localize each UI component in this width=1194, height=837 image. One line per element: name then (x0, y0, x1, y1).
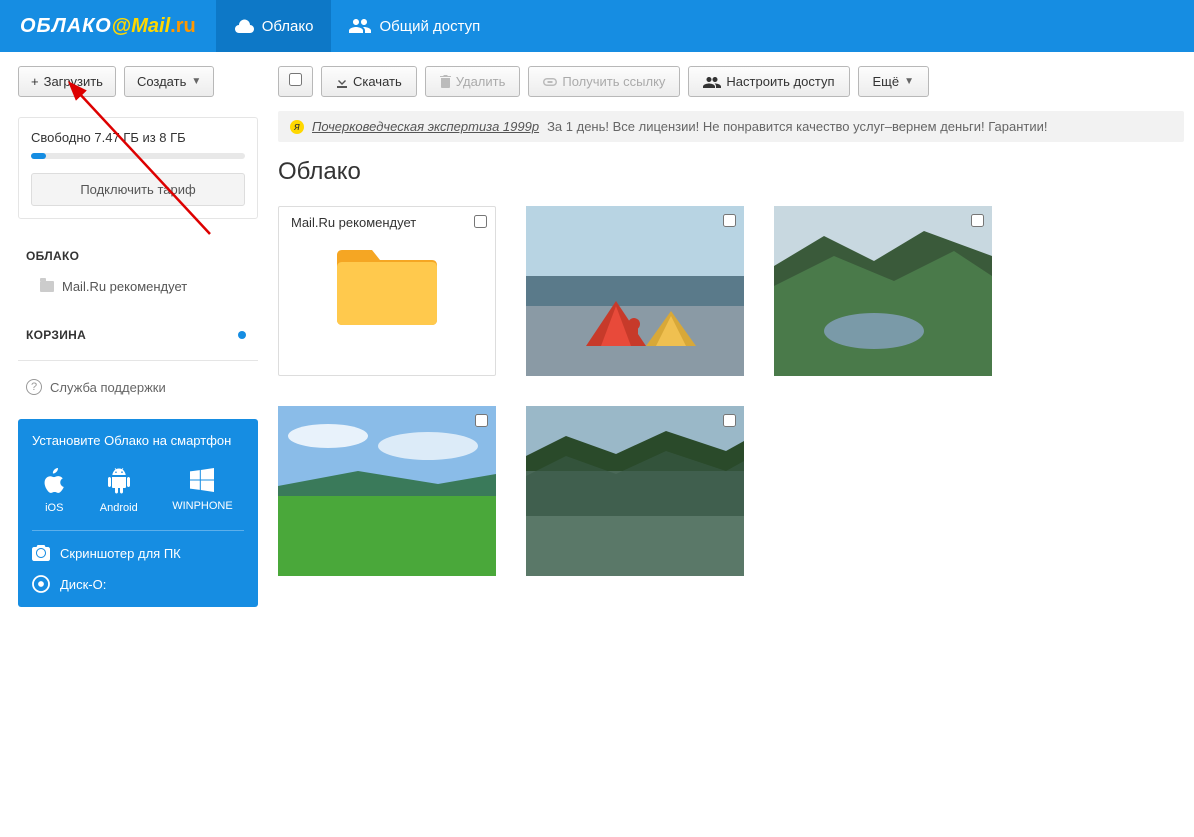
content: Скачать Удалить Получить ссылку Настроит… (258, 52, 1194, 617)
tile-checkbox[interactable] (971, 214, 984, 227)
image-thumbnail (526, 406, 744, 576)
image-thumbnail (774, 206, 992, 376)
tile-checkbox[interactable] (475, 414, 488, 427)
support-link[interactable]: ? Служба поддержки (18, 365, 258, 409)
tab-cloud[interactable]: Облако (216, 0, 332, 52)
folder-tile[interactable]: Mail.Ru рекомендует (278, 206, 496, 376)
platform-android[interactable]: Android (100, 468, 138, 514)
folder-icon (40, 281, 54, 292)
ad-text: За 1 день! Все лицензии! Не понравится к… (547, 119, 1047, 134)
sidebar-item-recommends[interactable]: Mail.Ru рекомендует (18, 273, 258, 300)
configure-access-button[interactable]: Настроить доступ (688, 66, 849, 97)
tariff-button[interactable]: Подключить тариф (31, 173, 245, 206)
tile-checkbox[interactable] (474, 215, 487, 228)
divider (18, 360, 258, 361)
select-all-checkbox[interactable] (278, 66, 313, 97)
checkbox-input[interactable] (289, 73, 302, 86)
header: ОБЛАКО@Mail.ru Облако Общий доступ (0, 0, 1194, 52)
logo-text-oblako: ОБЛАКО (20, 15, 112, 38)
camera-icon (32, 545, 50, 561)
logo-at-icon: @ (112, 15, 132, 38)
file-grid: Mail.Ru рекомендует (278, 206, 1184, 576)
chevron-down-icon: ▼ (191, 76, 201, 87)
logo-text-mail: Mail (131, 15, 170, 38)
tab-label: Общий доступ (379, 18, 480, 35)
download-button[interactable]: Скачать (321, 66, 417, 97)
notification-dot-icon (238, 331, 246, 339)
image-thumbnail (526, 206, 744, 376)
windows-icon (190, 468, 214, 492)
image-thumbnail (278, 406, 496, 576)
platform-ios[interactable]: iOS (43, 468, 65, 514)
image-tile[interactable] (278, 406, 496, 576)
people-icon (349, 18, 371, 34)
tab-shared[interactable]: Общий доступ (331, 0, 498, 52)
storage-text: Свободно 7.47 ГБ из 8 ГБ (31, 130, 245, 145)
image-tile[interactable] (526, 406, 744, 576)
disko-link[interactable]: Диск-О: (18, 575, 258, 607)
link-icon (543, 78, 557, 86)
storage-box: Свободно 7.47 ГБ из 8 ГБ Подключить тари… (18, 117, 258, 219)
nav-tabs: Облако Общий доступ (216, 0, 499, 52)
screenshoter-link[interactable]: Скриншотер для ПК (18, 531, 258, 575)
more-button[interactable]: Ещё ▼ (858, 66, 930, 97)
image-tile[interactable] (526, 206, 744, 376)
ad-bar: я Почерковедческая экспертиза 1999р За 1… (278, 111, 1184, 142)
help-icon: ? (26, 379, 42, 395)
disk-icon (32, 575, 50, 593)
ad-icon: я (290, 120, 304, 134)
sidebar-heading-cloud: ОБЛАКО (18, 245, 258, 273)
chevron-down-icon: ▼ (904, 76, 914, 87)
folder-label: Mail.Ru рекомендует (291, 215, 483, 230)
plus-icon: + (31, 74, 39, 89)
delete-button[interactable]: Удалить (425, 66, 521, 97)
trash-icon (440, 75, 451, 88)
tab-label: Облако (262, 18, 314, 35)
tile-checkbox[interactable] (723, 414, 736, 427)
storage-bar (31, 153, 245, 159)
sidebar: +Загрузить Создать ▼ Свободно 7.47 ГБ из… (0, 52, 258, 617)
get-link-button[interactable]: Получить ссылку (528, 66, 680, 97)
download-icon (336, 76, 348, 88)
storage-bar-fill (31, 153, 46, 159)
tile-checkbox[interactable] (723, 214, 736, 227)
logo[interactable]: ОБЛАКО@Mail.ru (0, 15, 216, 38)
upload-button[interactable]: +Загрузить (18, 66, 116, 97)
platform-winphone[interactable]: WINPHONE (172, 468, 233, 514)
promo-title: Установите Облако на смартфон (18, 419, 258, 458)
cloud-icon (234, 18, 254, 34)
folder-large-icon (337, 240, 437, 325)
promo-box: Установите Облако на смартфон iOS Androi… (18, 419, 258, 607)
create-button[interactable]: Создать ▼ (124, 66, 214, 97)
sidebar-heading-trash[interactable]: КОРЗИНА (18, 324, 86, 346)
image-tile[interactable] (774, 206, 992, 376)
ad-link[interactable]: Почерковедческая экспертиза 1999р (312, 119, 539, 134)
people-icon (703, 76, 721, 88)
logo-text-ru: .ru (170, 15, 196, 38)
toolbar: Скачать Удалить Получить ссылку Настроит… (278, 66, 1184, 97)
page-title: Облако (278, 158, 1184, 186)
android-icon (108, 468, 130, 494)
apple-icon (43, 468, 65, 494)
